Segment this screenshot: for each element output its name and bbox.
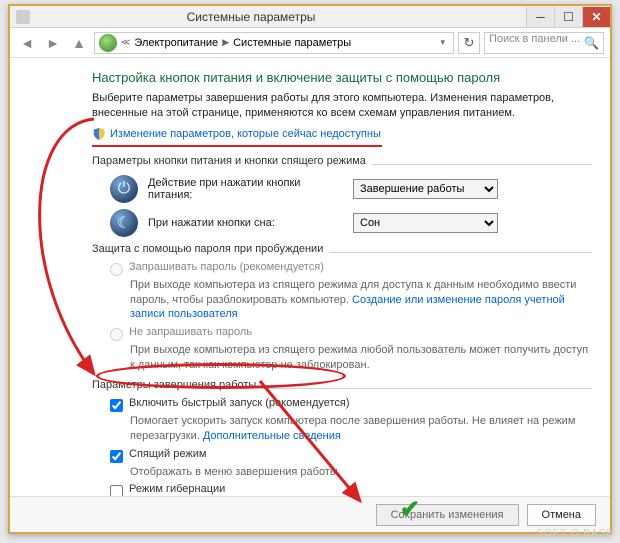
cancel-button[interactable]: Отмена — [527, 504, 596, 526]
sleep-button-row: ☾ При нажатии кнопки сна: Сон — [110, 209, 592, 237]
watermark: SOFT O BASE — [537, 528, 615, 539]
breadcrumb-item[interactable]: Системные параметры — [233, 37, 351, 49]
breadcrumb-item[interactable]: Электропитание — [134, 37, 218, 49]
refresh-button[interactable]: ↻ — [458, 32, 480, 54]
annotation-underline — [92, 145, 382, 147]
navbar: ◄ ► ▲ ≪ Электропитание ▶ Системные парам… — [10, 28, 610, 58]
search-placeholder: Поиск в панели ... — [489, 33, 580, 45]
radio-require-password-input — [110, 263, 123, 276]
check-fast-startup-input[interactable] — [110, 399, 123, 412]
window: Системные параметры ─ ☐ ✕ ◄ ► ▲ ≪ Электр… — [8, 4, 612, 534]
annotation-check-icon: ✔ — [400, 495, 420, 524]
control-panel-icon — [99, 34, 117, 52]
section-header-shutdown: Параметры завершения работы — [92, 379, 592, 393]
power-icon: ⏻ — [110, 175, 138, 203]
sleep-button-select[interactable]: Сон — [353, 213, 498, 233]
titlebar-buttons: ─ ☐ ✕ — [526, 7, 610, 27]
close-button[interactable]: ✕ — [582, 7, 610, 27]
check-sleep: Спящий режим — [110, 448, 592, 463]
page-title: Настройка кнопок питания и включение защ… — [92, 70, 592, 85]
radio1-description: При выходе компьютера из спящего режима … — [130, 278, 592, 323]
breadcrumb[interactable]: ≪ Электропитание ▶ Системные параметры ▾ — [94, 32, 454, 54]
intro-text: Выберите параметры завершения работы для… — [92, 91, 592, 121]
more-info-link[interactable]: Дополнительные сведения — [203, 430, 341, 442]
back-button[interactable]: ◄ — [16, 32, 38, 54]
chk2-description: Отображать в меню завершения работы. — [130, 465, 592, 480]
minimize-button[interactable]: ─ — [526, 7, 554, 27]
unlock-settings-link[interactable]: Изменение параметров, которые сейчас нед… — [110, 128, 381, 140]
content-area: Настройка кнопок питания и включение защ… — [10, 60, 610, 532]
power-button-label: Действие при нажатии кнопки питания: — [148, 177, 343, 201]
check-sleep-input[interactable] — [110, 450, 123, 463]
chevron-down-icon[interactable]: ▾ — [440, 37, 445, 48]
radio-require-password: Запрашивать пароль (рекомендуется) — [110, 261, 592, 276]
section-header-buttons: Параметры кнопки питания и кнопки спящег… — [92, 155, 592, 169]
maximize-button[interactable]: ☐ — [554, 7, 582, 27]
power-button-select[interactable]: Завершение работы — [353, 179, 498, 199]
section-header-password: Защита с помощью пароля при пробуждении — [92, 243, 592, 257]
titlebar: Системные параметры ─ ☐ ✕ — [10, 6, 610, 28]
sleep-icon: ☾ — [110, 209, 138, 237]
up-button[interactable]: ▲ — [68, 32, 90, 54]
chk1-description: Помогает ускорить запуск компьютера посл… — [130, 414, 592, 444]
radio-no-password: Не запрашивать пароль — [110, 326, 592, 341]
window-title: Системные параметры — [36, 10, 466, 24]
check-fast-startup: Включить быстрый запуск (рекомендуется) — [110, 397, 592, 412]
sleep-button-label: При нажатии кнопки сна: — [148, 217, 343, 229]
app-icon — [16, 10, 30, 24]
radio2-description: При выходе компьютера из спящего режима … — [130, 343, 592, 373]
search-input[interactable]: Поиск в панели ... 🔍 — [484, 32, 604, 54]
forward-button[interactable]: ► — [42, 32, 64, 54]
footer-bar: Сохранить изменения Отмена — [10, 496, 610, 532]
radio-no-password-input — [110, 328, 123, 341]
save-button[interactable]: Сохранить изменения — [376, 504, 519, 526]
power-button-row: ⏻ Действие при нажатии кнопки питания: З… — [110, 175, 592, 203]
shield-icon — [92, 127, 106, 141]
search-icon: 🔍 — [584, 36, 599, 50]
